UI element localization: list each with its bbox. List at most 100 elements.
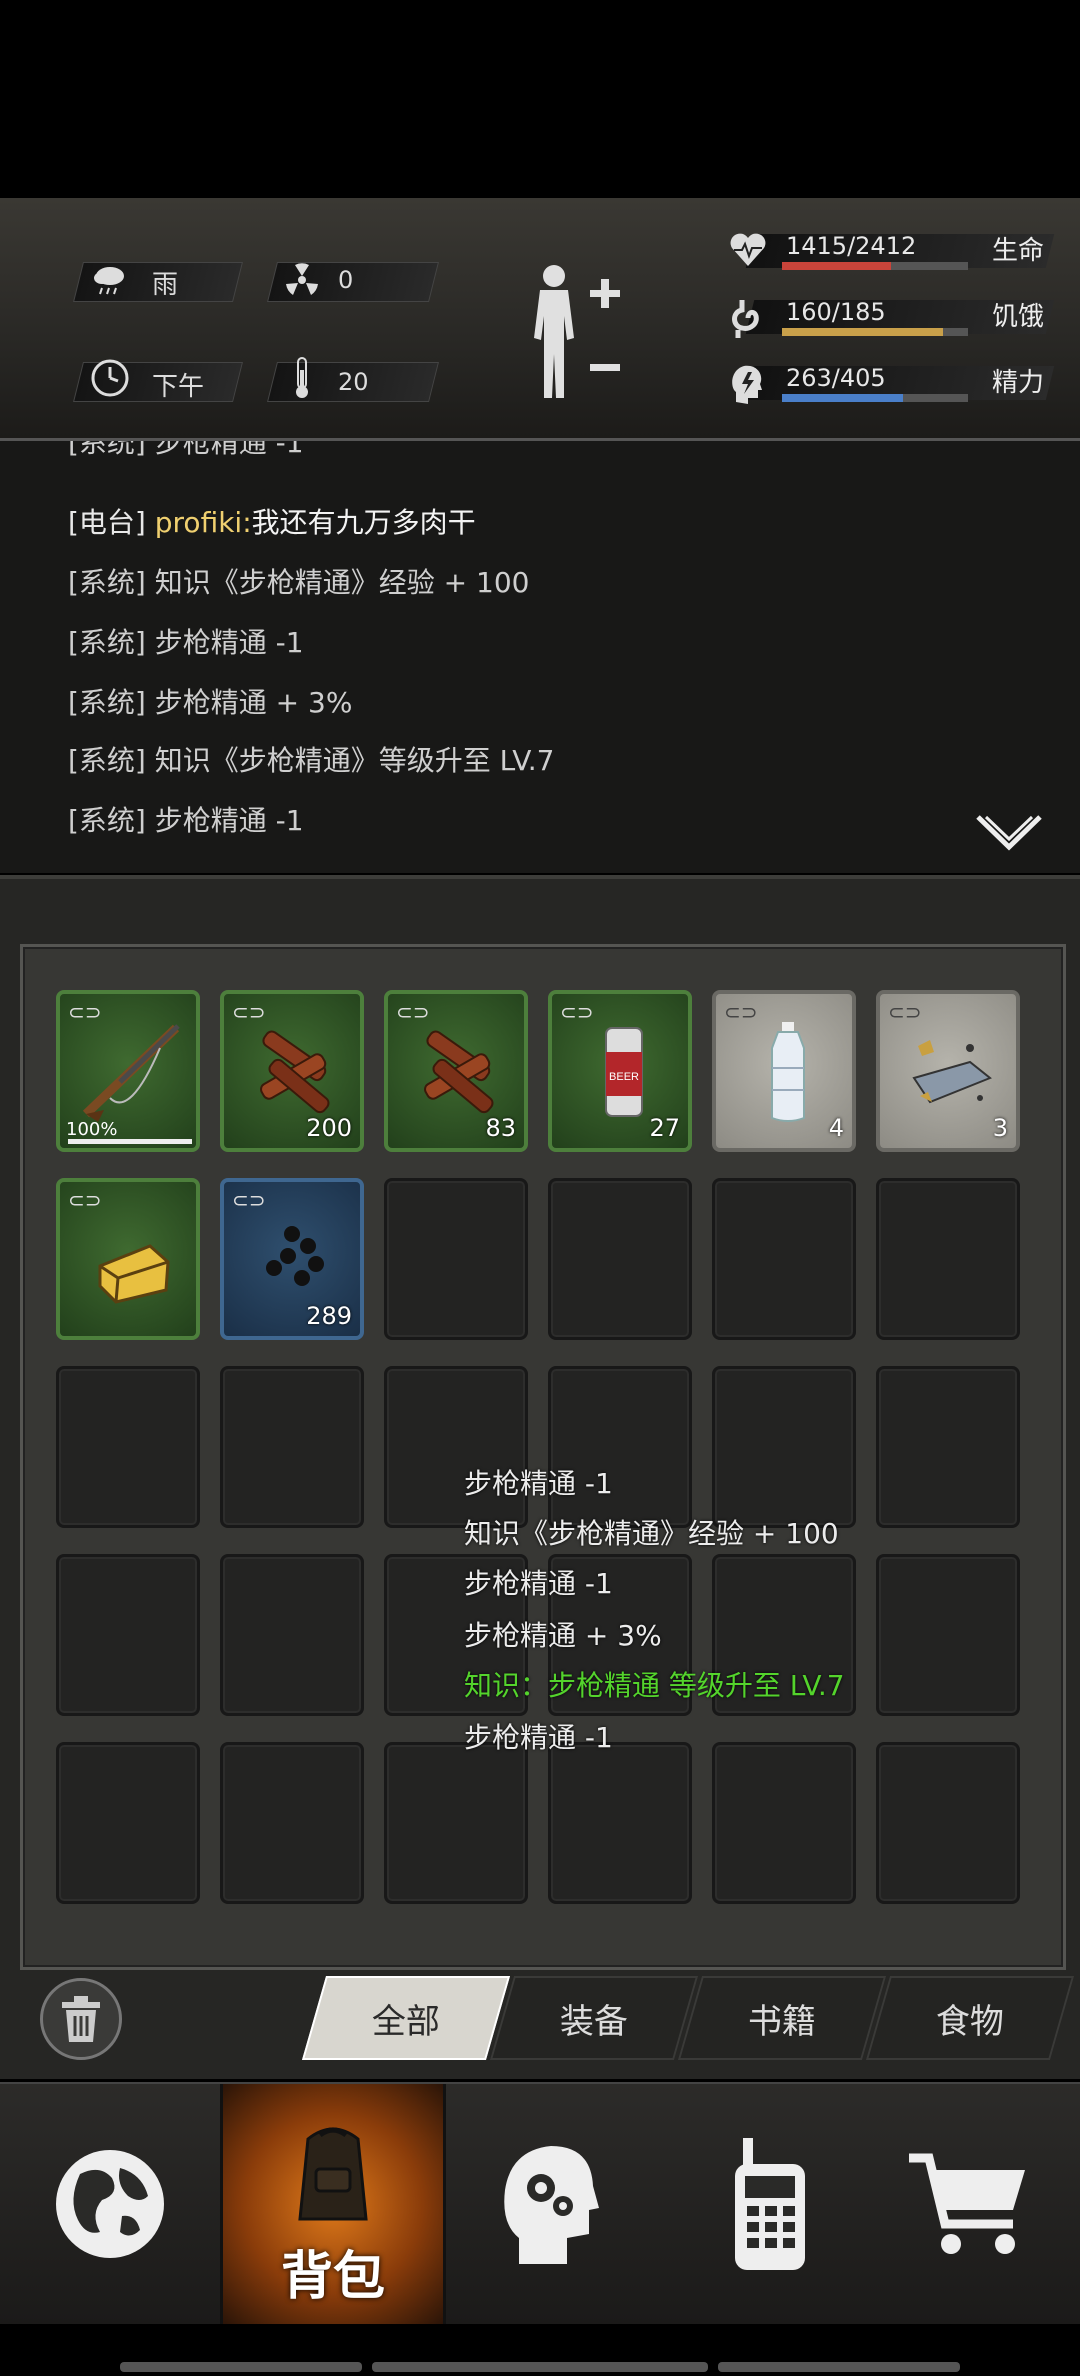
chat-line: [系统] 知识《步枪精通》经验 + 100 bbox=[68, 566, 530, 599]
tab-food[interactable]: 食物 bbox=[865, 1976, 1075, 2060]
empty-slot[interactable] bbox=[220, 1366, 364, 1528]
empty-slot[interactable] bbox=[220, 1554, 364, 1716]
nav-radio[interactable] bbox=[660, 2084, 880, 2324]
float-log-line-levelup: 知识：步枪精通 等级升至 LV.7 bbox=[464, 1669, 845, 1702]
item-count: 4 bbox=[828, 1114, 844, 1142]
durability-label: 100% bbox=[66, 1119, 118, 1140]
item-count: 3 bbox=[992, 1114, 1008, 1142]
empty-slot[interactable] bbox=[548, 1178, 692, 1340]
beer-can-icon: BEER bbox=[605, 1027, 643, 1117]
energy-stat: 263/405 精力 bbox=[720, 360, 1060, 412]
item-slot-firewood[interactable]: ⊂⊃ 83 bbox=[384, 990, 528, 1152]
empty-slot[interactable] bbox=[384, 1366, 528, 1528]
health-label: 生命 bbox=[992, 236, 1045, 266]
empty-slot[interactable] bbox=[56, 1742, 200, 1904]
radiation-icon bbox=[280, 258, 324, 302]
tab-all[interactable]: 全部 bbox=[301, 1976, 511, 2060]
energy-value: 263/405 bbox=[786, 364, 886, 392]
thermometer-icon bbox=[280, 356, 324, 400]
brain-head-icon bbox=[504, 2146, 599, 2264]
category-tabs: 全部 装备 书籍 食物 bbox=[300, 1976, 1075, 2062]
float-log-line: 步枪精通 -1 bbox=[464, 1567, 613, 1600]
item-count: 200 bbox=[306, 1114, 352, 1142]
empty-slot[interactable] bbox=[712, 1742, 856, 1904]
durability-bar bbox=[68, 1139, 192, 1144]
empty-slot[interactable] bbox=[548, 1742, 692, 1904]
empty-slot[interactable] bbox=[712, 1366, 856, 1528]
item-count: 27 bbox=[649, 1114, 680, 1142]
empty-slot[interactable] bbox=[384, 1742, 528, 1904]
nav-map[interactable] bbox=[0, 2084, 220, 2324]
tab-books[interactable]: 书籍 bbox=[677, 1976, 887, 2060]
hunger-stat: 160/185 饥饿 bbox=[720, 294, 1060, 346]
float-log-line: 知识《步枪精通》经验 + 100 bbox=[464, 1517, 839, 1550]
scrap-metal-icon bbox=[912, 1040, 992, 1104]
firewood-icon bbox=[424, 1030, 494, 1114]
energy-bar bbox=[782, 394, 903, 402]
rain-cloud-icon bbox=[88, 258, 132, 302]
empty-slot[interactable] bbox=[876, 1742, 1020, 1904]
item-slot-rifle[interactable]: ⊂⊃ 100% bbox=[56, 990, 200, 1152]
trash-icon bbox=[62, 1996, 100, 2042]
energy-head-icon bbox=[728, 362, 768, 406]
item-count: 83 bbox=[485, 1114, 516, 1142]
item-slot-water-bottle[interactable]: ⊂⊃ 4 bbox=[712, 990, 856, 1152]
item-slot-scrap-metal[interactable]: ⊂⊃ 3 bbox=[876, 990, 1020, 1152]
nav-skills[interactable] bbox=[440, 2084, 660, 2324]
item-slot-bullets[interactable]: ⊂⊃ 289 bbox=[220, 1178, 364, 1340]
empty-slot[interactable] bbox=[56, 1554, 200, 1716]
bottom-nav: 背包 bbox=[0, 2082, 1080, 2324]
shopping-cart-icon bbox=[909, 2153, 1025, 2254]
chat-line-radio: [电台] profiki:我还有九万多肉干 bbox=[68, 506, 476, 539]
chat-line: [系统] 步枪精通 -1 bbox=[68, 804, 304, 837]
item-slot-beer[interactable]: ⊂⊃ BEER 27 bbox=[548, 990, 692, 1152]
status-panel: 雨 0 下午 20 1415/2412 生命 160/185 饥饿 263/40… bbox=[0, 198, 1080, 441]
health-value: 1415/2412 bbox=[786, 232, 917, 260]
temperature-value: 20 bbox=[338, 368, 369, 396]
item-count: 289 bbox=[306, 1302, 352, 1330]
health-stat: 1415/2412 生命 bbox=[720, 228, 1060, 280]
item-slot-firewood[interactable]: ⊂⊃ 200 bbox=[220, 990, 364, 1152]
energy-label: 精力 bbox=[992, 368, 1045, 398]
radio-icon bbox=[735, 2138, 805, 2270]
chat-line: [系统] 知识《步枪精通》等级升至 LV.7 bbox=[68, 744, 555, 777]
time-of-day-label: 下午 bbox=[152, 372, 205, 402]
float-log-line: 步枪精通 + 3% bbox=[464, 1619, 662, 1652]
cheese-icon bbox=[98, 1244, 170, 1304]
tab-equipment[interactable]: 装备 bbox=[489, 1976, 699, 2060]
chat-line: [系统] 步枪精通 -1 bbox=[68, 626, 304, 659]
empty-slot[interactable] bbox=[876, 1366, 1020, 1528]
empty-slot[interactable] bbox=[220, 1742, 364, 1904]
empty-slot[interactable] bbox=[56, 1366, 200, 1528]
float-log-line: 步枪精通 -1 bbox=[464, 1467, 613, 1500]
stomach-icon bbox=[728, 296, 768, 340]
empty-slot[interactable] bbox=[548, 1366, 692, 1528]
empty-slot[interactable] bbox=[712, 1178, 856, 1340]
bullets-icon bbox=[266, 1226, 324, 1286]
globe-icon bbox=[56, 2150, 164, 2258]
home-indicator bbox=[0, 2356, 1080, 2376]
chevron-down-icon[interactable] bbox=[974, 811, 1044, 861]
chat-log[interactable]: [系统] 步枪精通 -1 [电台] profiki:我还有九万多肉干 [系统] … bbox=[0, 441, 1080, 873]
chat-line: [系统] 步枪精通 -1 bbox=[68, 441, 304, 459]
nav-backpack[interactable]: 背包 bbox=[220, 2084, 446, 2324]
empty-slot[interactable] bbox=[876, 1554, 1020, 1716]
hunger-bar bbox=[782, 328, 943, 336]
hunger-value: 160/185 bbox=[786, 298, 886, 326]
body-status-icon[interactable] bbox=[520, 258, 630, 408]
water-bottle-icon bbox=[771, 1022, 805, 1122]
weather-label: 雨 bbox=[152, 270, 179, 300]
empty-slot[interactable] bbox=[384, 1178, 528, 1340]
item-slot-cheese[interactable]: ⊂⊃ bbox=[56, 1178, 200, 1340]
trash-button[interactable] bbox=[40, 1978, 122, 2060]
hunger-label: 饥饿 bbox=[992, 302, 1045, 332]
float-log-line: 步枪精通 -1 bbox=[464, 1721, 613, 1754]
health-bar bbox=[782, 262, 892, 270]
radiation-value: 0 bbox=[338, 266, 354, 294]
clock-icon bbox=[88, 356, 132, 400]
chat-line: [系统] 步枪精通 + 3% bbox=[68, 686, 353, 719]
rifle-icon bbox=[82, 1024, 180, 1122]
empty-slot[interactable] bbox=[876, 1178, 1020, 1340]
nav-shop[interactable] bbox=[860, 2084, 1080, 2324]
backpack-icon bbox=[298, 2127, 368, 2221]
